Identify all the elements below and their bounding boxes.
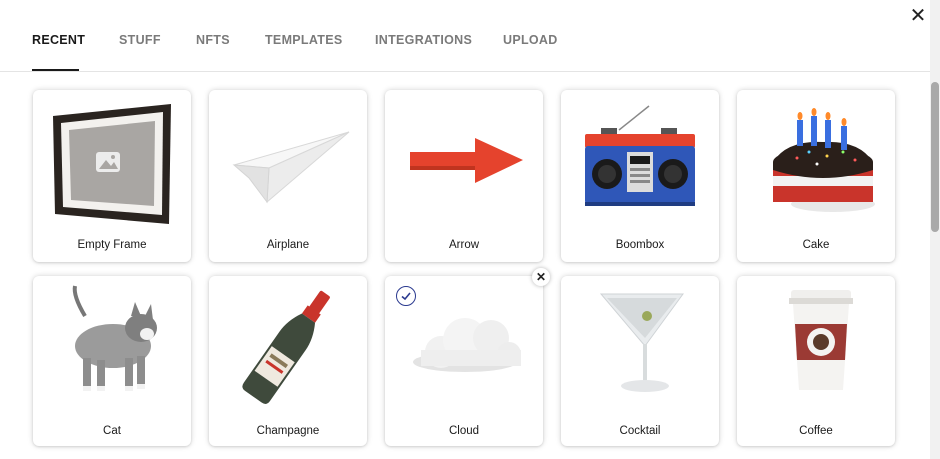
red-arrow-icon [385,90,543,230]
champagne-bottle-icon [209,276,367,416]
empty-frame-icon [33,90,191,230]
paper-airplane-icon [209,90,367,230]
tab-bar: RECENT STUFF NFTS TEMPLATES INTEGRATIONS… [0,0,930,72]
asset-label: Airplane [266,239,310,251]
remove-item-button[interactable]: ✕ [532,268,550,286]
asset-card-champagne[interactable]: Champagne [209,276,367,446]
asset-picker-modal: ✕ RECENT STUFF NFTS TEMPLATES INTEGRATIO… [0,0,940,459]
asset-label: Cocktail [619,425,661,437]
asset-label: Champagne [256,425,320,437]
asset-label: Cake [802,239,830,251]
asset-card-cake[interactable]: Cake [737,90,895,262]
asset-card-cocktail[interactable]: Cocktail [561,276,719,446]
tab-integrations[interactable]: INTEGRATIONS [375,33,472,47]
close-icon: ✕ [535,270,547,284]
tab-upload[interactable]: UPLOAD [503,33,558,47]
scrollbar-thumb[interactable] [931,82,939,232]
boombox-icon [561,90,719,230]
tab-recent[interactable]: RECENT [32,33,85,47]
tab-nfts[interactable]: NFTS [196,33,230,47]
asset-card-arrow[interactable]: Arrow [385,90,543,262]
birthday-cake-icon [737,90,895,230]
tab-stuff[interactable]: STUFF [119,33,161,47]
asset-label: Empty Frame [77,239,147,251]
cat-icon [33,276,191,416]
martini-glass-icon [561,276,719,416]
asset-label: Cat [103,425,121,437]
asset-card-empty-frame[interactable]: Empty Frame [33,90,191,262]
asset-label: Cloud [448,425,480,437]
coffee-cup-icon [737,276,895,416]
asset-card-coffee[interactable]: Coffee [737,276,895,446]
selected-check-icon[interactable] [396,286,416,306]
asset-label: Coffee [799,425,833,437]
asset-grid: Empty Frame Airplane Arrow Boombox Cake … [0,72,930,459]
tab-templates[interactable]: TEMPLATES [265,33,342,47]
asset-card-airplane[interactable]: Airplane [209,90,367,262]
asset-card-cloud[interactable]: ✕ Cloud [385,268,550,446]
asset-card-cat[interactable]: Cat [33,276,191,446]
asset-label: Boombox [615,239,665,251]
asset-label: Arrow [448,239,480,251]
asset-card-boombox[interactable]: Boombox [561,90,719,262]
